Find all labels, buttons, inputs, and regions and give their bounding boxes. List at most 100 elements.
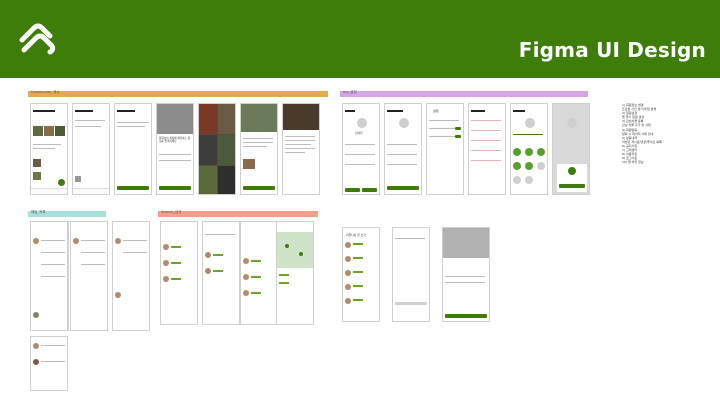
notification-row[interactable]	[471, 120, 501, 122]
setting-row[interactable]	[429, 120, 459, 122]
category-modal[interactable]: 회원님의 계정에 해당하는 정보를 입력하세요	[157, 134, 193, 194]
plant-avatar[interactable]	[525, 118, 535, 128]
plant-icon[interactable]	[537, 148, 545, 156]
community-gallery-screen[interactable]	[198, 103, 236, 195]
map-pin-icon[interactable]	[299, 252, 303, 256]
search-bar[interactable]	[205, 234, 235, 236]
search-result-screen[interactable]	[160, 221, 198, 325]
cancel-button[interactable]	[362, 188, 377, 192]
board-settings: my_설정 김더인 설정	[340, 90, 590, 205]
notification-row[interactable]	[471, 160, 501, 162]
profile-avatar[interactable]	[357, 118, 367, 128]
gallery-image	[199, 166, 217, 194]
toggle-switch[interactable]	[455, 127, 461, 130]
settings-screen[interactable]: 설정	[426, 103, 464, 195]
community-category-screen[interactable]: 회원님의 계정에 해당하는 정보를 입력하세요	[156, 103, 194, 195]
chat-preview[interactable]	[41, 345, 65, 347]
plant-icon[interactable]	[513, 176, 521, 184]
menu-line[interactable]	[345, 164, 375, 166]
input-line[interactable]	[387, 164, 417, 166]
plant-tag	[353, 243, 363, 245]
chat-preview[interactable]	[81, 252, 105, 254]
popup-button[interactable]	[559, 184, 585, 188]
plant-icon[interactable]	[513, 162, 521, 170]
comment-button[interactable]	[243, 186, 275, 190]
plant-select-screen[interactable]	[510, 103, 548, 195]
chat-preview[interactable]	[123, 240, 147, 242]
profile-popup-screen[interactable]	[552, 103, 590, 195]
chat-preview[interactable]	[81, 264, 105, 266]
plant-tag	[171, 262, 181, 264]
user-avatar	[243, 274, 249, 280]
community-write-screen[interactable]	[72, 103, 110, 195]
feature-notes: 1) 회원정보 변경 프로필 사진 및 닉네임 변경 2) 알림설정 앱 푸시 …	[622, 103, 702, 164]
image-attach[interactable]	[75, 176, 81, 182]
chat-avatar	[33, 238, 39, 244]
leaf-logo-icon	[19, 23, 56, 55]
category-modal[interactable]	[443, 258, 489, 321]
profile-avatar[interactable]	[399, 118, 409, 128]
chat-preview[interactable]	[41, 240, 65, 242]
write-button[interactable]	[395, 302, 427, 305]
user-avatar	[163, 244, 169, 250]
notification-row[interactable]	[471, 150, 501, 152]
search-list-screen[interactable]	[240, 221, 278, 325]
plant-icon[interactable]	[513, 148, 521, 156]
board-settings-label: my_설정	[343, 90, 357, 94]
confirm-button[interactable]	[445, 314, 487, 318]
plant-icon[interactable]	[525, 176, 533, 184]
menu-line[interactable]	[345, 144, 375, 146]
plant-icon[interactable]	[525, 148, 533, 156]
feed-image	[33, 172, 41, 180]
input-line[interactable]	[387, 144, 417, 146]
input-line[interactable]	[75, 126, 101, 128]
save-button[interactable]	[345, 188, 360, 192]
chat-avatar	[115, 238, 121, 244]
search-detail-screen[interactable]	[202, 221, 240, 325]
profile-screen[interactable]: 김더인	[342, 103, 380, 195]
option-line[interactable]	[445, 282, 485, 284]
option-line[interactable]	[159, 160, 191, 162]
chat-preview[interactable]	[41, 276, 65, 278]
community-detail-screen[interactable]	[282, 103, 320, 195]
notification-row[interactable]	[471, 130, 501, 132]
map-view[interactable]	[277, 232, 313, 268]
chat-preview[interactable]	[41, 264, 65, 266]
toggle-switch[interactable]	[455, 135, 461, 138]
community-feed-screen[interactable]	[30, 103, 68, 195]
option-line[interactable]	[159, 154, 191, 156]
chat-preview[interactable]	[41, 361, 65, 363]
chat-preview[interactable]	[41, 252, 65, 254]
plant-icon[interactable]	[537, 162, 545, 170]
community-post-screen[interactable]	[240, 103, 278, 195]
confirm-button[interactable]	[159, 186, 191, 190]
confirm-button[interactable]	[387, 186, 419, 190]
option-line[interactable]	[445, 276, 485, 278]
map-pin-icon[interactable]	[285, 244, 289, 248]
submit-button[interactable]	[117, 186, 149, 190]
chat-list-screen-2[interactable]	[30, 336, 68, 391]
chat-list-screen[interactable]	[30, 221, 68, 331]
plant-icon[interactable]	[525, 162, 533, 170]
notification-row[interactable]	[471, 140, 501, 142]
community-write-detail-screen[interactable]	[114, 103, 152, 195]
edit-profile-screen[interactable]	[384, 103, 422, 195]
input-line[interactable]	[75, 120, 105, 122]
screen-header	[75, 110, 93, 112]
bottom-nav[interactable]	[73, 188, 109, 194]
notification-screen[interactable]	[468, 103, 506, 195]
menu-line[interactable]	[345, 154, 375, 156]
community-modal-screen[interactable]	[442, 227, 490, 322]
chat-list-screen-4[interactable]	[112, 221, 150, 331]
tab-line[interactable]	[395, 238, 425, 240]
community-list-screen[interactable]: 커뮤니티 글 쓰기	[342, 227, 380, 322]
map-screen[interactable]	[276, 221, 314, 325]
write-fab-icon[interactable]	[58, 179, 65, 186]
community-empty-screen[interactable]	[392, 227, 430, 322]
chat-list-screen-3[interactable]	[70, 221, 108, 331]
bottom-nav[interactable]	[31, 188, 67, 194]
chat-preview[interactable]	[81, 240, 105, 242]
chat-preview[interactable]	[123, 252, 147, 254]
input-line[interactable]	[387, 154, 417, 156]
profile-popup[interactable]	[557, 164, 587, 192]
